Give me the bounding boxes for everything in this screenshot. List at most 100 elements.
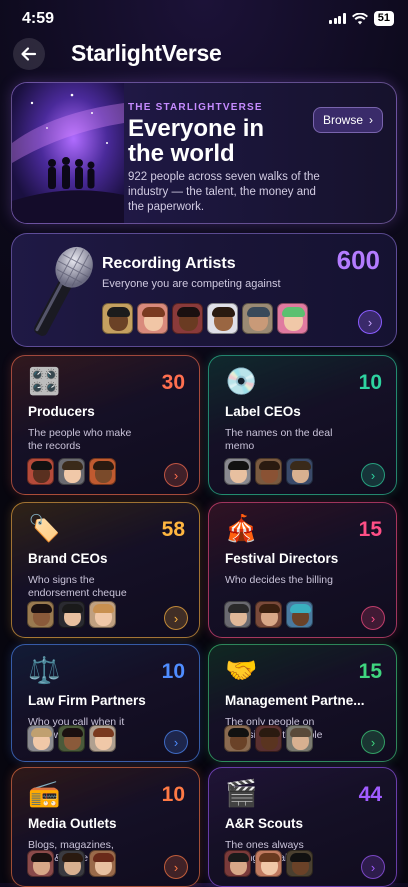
card-count: 10: [358, 371, 382, 394]
avatar: [27, 725, 54, 752]
handshake-icon: 🤝: [225, 655, 258, 685]
chevron-right-icon: ›: [173, 610, 179, 626]
category-card[interactable]: 🏷️ 58 Brand CEOs Who signs the endorsement …: [11, 502, 200, 638]
open-category-button[interactable]: ›: [164, 463, 188, 487]
avatar: [286, 850, 313, 877]
avatar: [224, 850, 251, 877]
arrow-left-icon: [21, 47, 37, 61]
avatar: [286, 458, 313, 485]
chevron-right-icon: ›: [370, 610, 376, 626]
card-subtitle: Everyone you are competing against: [102, 278, 281, 290]
hero-eyebrow: THE STARLIGHTVERSE: [128, 102, 263, 113]
avatar-row: [27, 458, 116, 485]
avatar: [89, 725, 116, 752]
wifi-icon: [351, 12, 368, 24]
open-category-button[interactable]: ›: [164, 730, 188, 754]
open-category-button[interactable]: ›: [361, 606, 385, 630]
card-count: 600: [336, 245, 380, 275]
status-icons: 51: [329, 11, 394, 26]
card-count: 15: [358, 660, 382, 683]
category-card[interactable]: 📻10Media OutletsBlogs, magazines, radio …: [11, 767, 200, 887]
avatar: [255, 850, 282, 877]
avatar: [89, 850, 116, 877]
avatar-row: [102, 303, 308, 334]
avatar: [286, 725, 313, 752]
battery-icon: 51: [373, 11, 394, 26]
card-title: Recording Artists: [102, 255, 236, 272]
avatar-row: [224, 725, 313, 752]
avatar: [286, 601, 313, 628]
avatar: [27, 850, 54, 877]
chevron-right-icon: ›: [173, 734, 179, 750]
avatar: [58, 725, 85, 752]
avatar: [255, 458, 282, 485]
avatar: [242, 303, 273, 334]
disc-icon: 💿: [225, 366, 258, 396]
avatar: [207, 303, 238, 334]
open-category-button[interactable]: ›: [361, 463, 385, 487]
avatar: [89, 601, 116, 628]
category-card[interactable]: 🎪 15 Festival Directors Who decides the bil…: [208, 502, 397, 638]
open-category-button[interactable]: ›: [164, 855, 188, 879]
category-card[interactable]: 🎬44A&R ScoutsThe ones always looking for…: [208, 767, 397, 887]
avatar: [89, 458, 116, 485]
category-card[interactable]: ⚖️ 10 Law Firm Partners Who you call when i…: [11, 644, 200, 762]
tag-icon: 🏷️: [28, 513, 61, 543]
chevron-right-icon: ›: [173, 859, 179, 875]
status-time: 4:59: [22, 10, 55, 27]
browse-label: Browse: [322, 113, 363, 127]
avatar: [224, 601, 251, 628]
radio-icon: 📻: [28, 778, 61, 808]
open-artists-button[interactable]: ›: [358, 310, 382, 334]
cellular-signal-icon: [329, 13, 346, 24]
mixer-icon: 🎛️: [28, 366, 61, 396]
avatar: [58, 601, 85, 628]
card-title: Law Firm Partners: [28, 693, 146, 708]
avatar-row: [27, 601, 116, 628]
chevron-right-icon: ›: [369, 113, 373, 127]
scales-icon: ⚖️: [28, 655, 61, 685]
circus-tent-icon: 🎪: [225, 513, 258, 543]
avatar: [58, 850, 85, 877]
card-title: Management Partne...: [225, 693, 365, 708]
card-count: 10: [161, 783, 185, 806]
galaxy-silhouettes-image: [12, 83, 124, 223]
card-count: 44: [358, 783, 382, 806]
hero-title: Everyone in the world: [128, 115, 265, 167]
card-count: 15: [358, 518, 382, 541]
recording-artists-card[interactable]: Recording Artists Everyone you are compe…: [11, 233, 397, 347]
page-title: StarlightVerse: [71, 40, 222, 66]
avatar: [277, 303, 308, 334]
chevron-right-icon: ›: [173, 467, 179, 483]
card-title: Brand CEOs: [28, 551, 108, 566]
chevron-right-icon: ›: [367, 314, 373, 330]
card-title: Media Outlets: [28, 816, 117, 831]
open-category-button[interactable]: ›: [164, 606, 188, 630]
card-title: A&R Scouts: [225, 816, 304, 831]
avatar-row: [224, 458, 313, 485]
avatar: [58, 458, 85, 485]
avatar: [255, 725, 282, 752]
card-description: The people who make the records: [28, 427, 132, 452]
card-title: Label CEOs: [225, 404, 301, 419]
avatar-row: [224, 850, 313, 877]
avatar: [102, 303, 133, 334]
open-category-button[interactable]: ›: [361, 730, 385, 754]
browse-button[interactable]: Browse ›: [313, 107, 383, 133]
card-description: Who signs the endorsement cheque: [28, 574, 127, 599]
category-card[interactable]: 💿 10 Label CEOs The names on the deal memo ›: [208, 355, 397, 495]
avatar: [224, 458, 251, 485]
card-count: 10: [161, 660, 185, 683]
category-card[interactable]: 🤝 15 Management Partne... The only people o…: [208, 644, 397, 762]
back-button[interactable]: [13, 38, 45, 70]
open-category-button[interactable]: ›: [361, 855, 385, 879]
avatar: [224, 725, 251, 752]
card-title: Producers: [28, 404, 95, 419]
avatar: [27, 601, 54, 628]
avatar: [255, 601, 282, 628]
avatar-row: [27, 725, 116, 752]
avatar: [172, 303, 203, 334]
category-card[interactable]: 🎛️ 30 Producers The people who make the rec…: [11, 355, 200, 495]
card-description: Who decides the billing: [225, 574, 333, 586]
avatar: [137, 303, 168, 334]
